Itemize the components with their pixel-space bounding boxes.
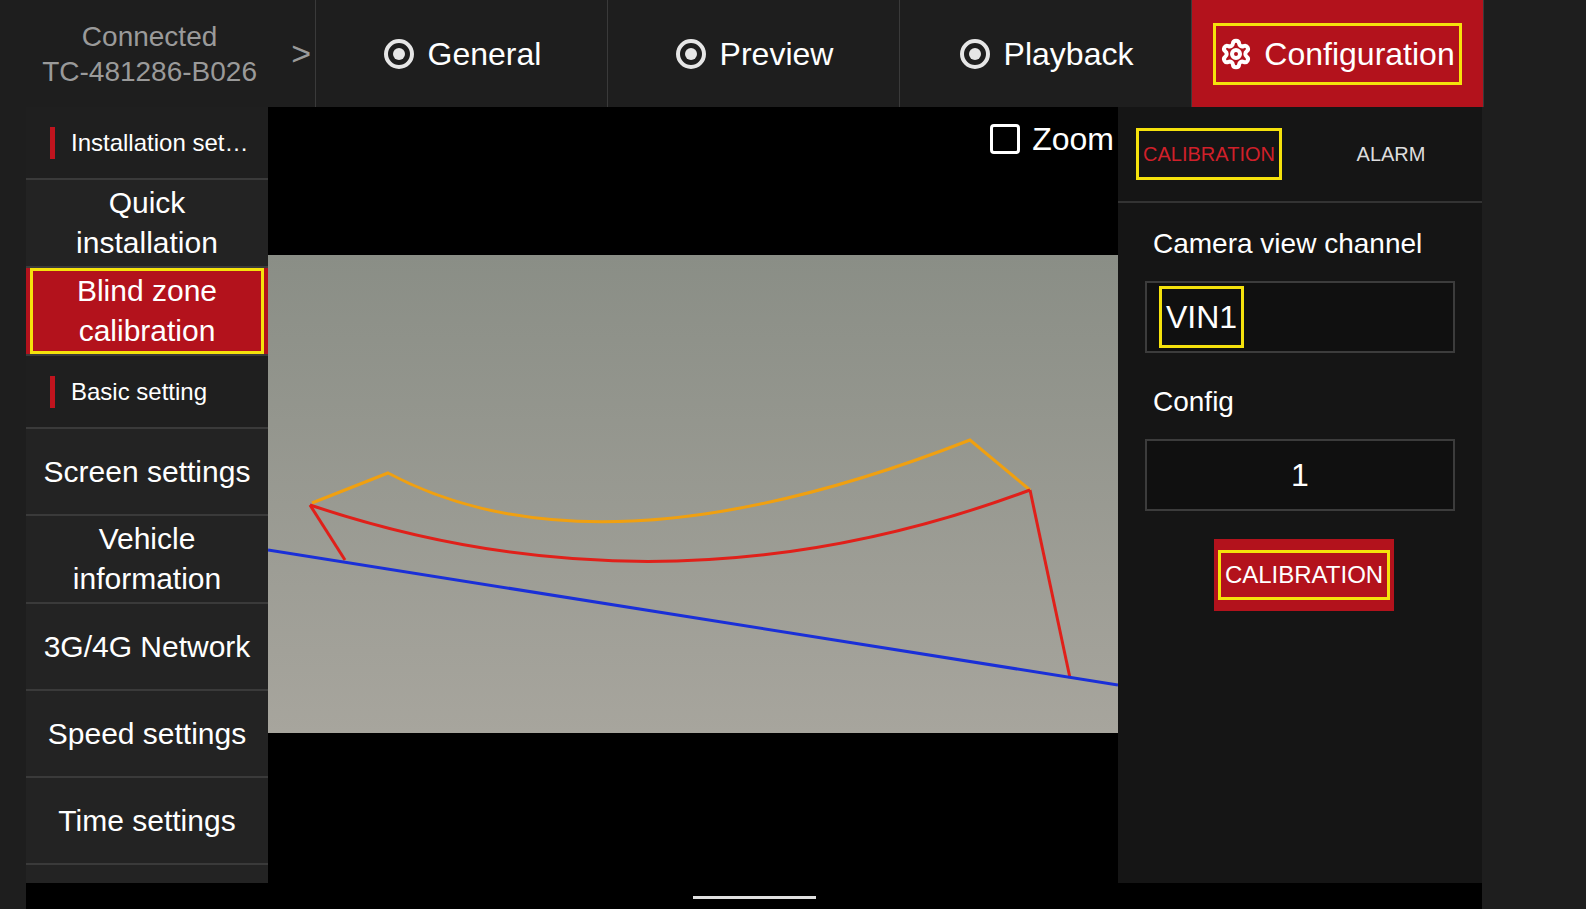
preview-area: Zoom — [268, 107, 1118, 883]
highlight-box: Speed settings — [41, 711, 253, 757]
sidebar-item[interactable]: Quick installation — [26, 180, 268, 268]
sidebar-item[interactable]: Vehicle information — [26, 516, 268, 604]
app: ConnectedTC-481286-B026 > General Preview Pl… — [0, 0, 1586, 909]
eye-icon — [674, 37, 708, 71]
sidebar-item[interactable]: Speed settings — [26, 691, 268, 778]
eye-icon — [958, 37, 992, 71]
main: Installation set…Quick installationBlind… — [0, 107, 1586, 883]
config-input[interactable]: 1 — [1145, 439, 1455, 511]
calibration-button[interactable]: CALIBRATION — [1214, 539, 1394, 611]
panel-tabs: CALIBRATION ALARM — [1118, 107, 1482, 203]
config-field: Camera view channel VIN1 — [1145, 223, 1455, 353]
home-indicator[interactable] — [693, 896, 816, 899]
sidebar-item[interactable]: 3G/4G Network — [26, 604, 268, 691]
config-field: Config 1 — [1145, 381, 1455, 511]
highlight-box: Configuration — [1213, 23, 1461, 85]
highlight-box: ALARM — [1350, 128, 1433, 180]
highlight-box: General — [375, 23, 549, 85]
camera-video — [268, 255, 1118, 733]
gear-icon — [1220, 38, 1252, 70]
sidebar: Installation set…Quick installationBlind… — [26, 107, 268, 883]
highlight-box: Preview — [667, 23, 841, 85]
top-bar: ConnectedTC-481286-B026 > General Preview Pl… — [0, 0, 1586, 107]
eye-icon — [382, 37, 416, 71]
panel-tab[interactable]: CALIBRATION — [1118, 128, 1300, 180]
sidebar-header: Basic setting — [26, 356, 268, 429]
top-tab[interactable]: Preview — [608, 0, 900, 107]
panel-tab[interactable]: ALARM — [1300, 128, 1482, 180]
config-panel: CALIBRATIONALARMCamera view channelVIN1C… — [1118, 107, 1482, 883]
highlight-box: CALIBRATION — [1136, 128, 1282, 180]
status-text: Connected — [82, 19, 217, 54]
bottom-bar — [26, 883, 1482, 909]
highlight-box: Quick installation — [30, 180, 264, 266]
field-label: Config — [1145, 381, 1455, 423]
sidebar-item[interactable]: Blind zone calibration — [26, 268, 268, 356]
marker-icon — [50, 376, 55, 408]
marker-icon — [50, 127, 55, 159]
sidebar-header: Installation set… — [26, 107, 268, 180]
channel-select[interactable]: VIN1 — [1145, 281, 1455, 353]
highlight-box: Blind zone calibration — [30, 268, 264, 354]
checkbox-box — [990, 124, 1020, 154]
top-tab[interactable]: Playback — [900, 0, 1192, 107]
highlight-box: Screen settings — [37, 449, 258, 495]
sidebar-more — [26, 865, 268, 883]
sidebar-item[interactable]: Screen settings — [26, 429, 268, 516]
highlight-box: 3G/4G Network — [37, 624, 258, 670]
connection-status[interactable]: ConnectedTC-481286-B026 > — [0, 0, 316, 107]
calibration-lines-icon — [268, 255, 1118, 733]
highlight-box: Vehicle information — [30, 516, 264, 602]
device-id: TC-481286-B026 — [42, 54, 257, 89]
top-tab[interactable]: General — [316, 0, 608, 107]
highlight-box: 1 — [1284, 444, 1316, 506]
highlight-box: Time settings — [51, 798, 242, 844]
highlight-box: VIN1 — [1159, 286, 1244, 348]
sidebar-item[interactable]: Time settings — [26, 778, 268, 865]
chevron-icon: > — [291, 28, 315, 79]
highlight-box: Playback — [951, 23, 1141, 85]
zoom-checkbox[interactable]: Zoom — [990, 115, 1114, 163]
top-tab[interactable]: Configuration — [1192, 0, 1484, 107]
field-label: Camera view channel — [1145, 223, 1455, 265]
highlight-box: CALIBRATION — [1218, 550, 1390, 600]
